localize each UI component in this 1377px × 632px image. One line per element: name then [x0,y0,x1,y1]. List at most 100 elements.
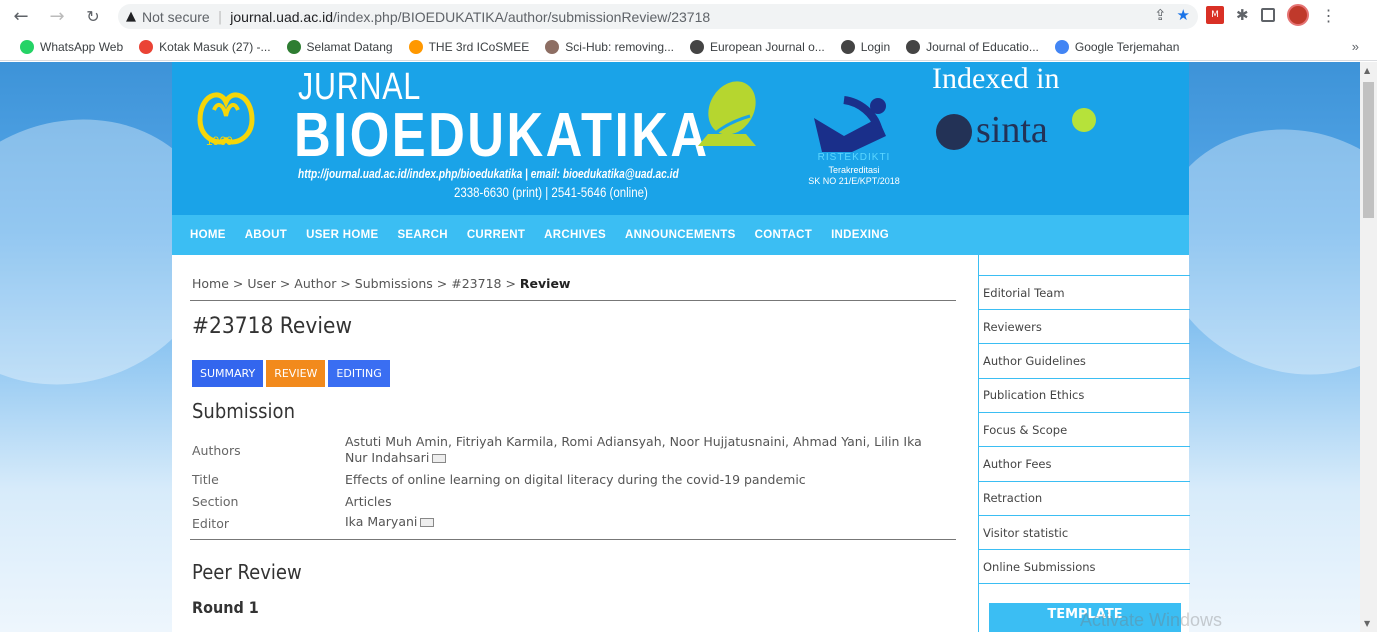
bookmark-label: Sci-Hub: removing... [565,39,674,54]
leaf-logo-icon [698,81,756,146]
sidebar-item-online-submissions[interactable]: Online Submissions [979,550,1190,585]
breadcrumb-sep: > [501,276,520,291]
side-panel-icon[interactable] [1260,8,1275,22]
page-title: #23718 Review [192,314,352,339]
bookmark-item[interactable]: THE 3rd ICoSMEE [408,39,529,54]
bookmark-item[interactable]: Journal of Educatio... [906,39,1039,54]
scroll-down-icon[interactable]: ▼ [1364,619,1370,628]
not-secure-label: Not secure [142,8,210,25]
bookmark-item[interactable]: Kotak Masuk (27) -... [139,39,271,54]
bookmark-item[interactable]: European Journal o... [690,39,825,54]
bookmark-favicon-icon [840,39,855,54]
submission-divider [190,539,956,540]
breadcrumb-home[interactable]: Home [192,276,229,291]
reload-icon[interactable]: ↻ [80,7,106,26]
breadcrumb-divider [190,300,956,301]
sk-number: SK NO 21/E/KPT/2018 [808,175,900,186]
email-authors-icon[interactable] [432,454,447,463]
breadcrumb-id[interactable]: #23718 [451,276,501,291]
logo-year: 1960 [206,134,233,148]
sidebar-item-retraction[interactable]: Retraction [979,482,1190,516]
email-editor-icon[interactable] [420,518,435,527]
tab-editing[interactable]: EDITING [328,360,390,387]
bookmark-favicon-icon [139,39,154,54]
page-viewport: 1960 JURNAL BIOEDUKATIKA http://journal.… [0,62,1377,632]
sidebar-item-editorial-team[interactable]: Editorial Team [979,276,1190,310]
title-label: Title [192,472,219,487]
nav-item-search[interactable]: SEARCH [397,229,447,241]
sinta-logo-icon: sinta [936,108,1096,151]
scroll-thumb[interactable] [1363,82,1374,218]
round-heading: Round 1 [192,598,259,617]
bookmark-label: European Journal o... [710,39,825,54]
breadcrumb-current: Review [519,276,571,291]
back-icon[interactable]: ← [8,6,34,27]
bookmarks-overflow-icon[interactable]: » [1352,39,1359,54]
breadcrumb: Home > User > Author > Submissions > #23… [192,276,570,291]
submission-tabs: SUMMARY REVIEW EDITING [192,360,390,387]
authors-label: Authors [192,443,241,458]
breadcrumb-author[interactable]: Author [294,276,336,291]
scroll-up-icon[interactable]: ▲ [1364,66,1370,75]
share-icon[interactable]: ⇪ [1154,6,1167,24]
nav-item-home[interactable]: HOME [190,229,226,241]
bookmark-label: Login [860,39,891,54]
breadcrumb-user[interactable]: User [247,276,276,291]
sidebar-item-author-fees[interactable]: Author Fees [979,448,1190,482]
bookmark-item[interactable]: Google Terjemahan [1054,39,1179,54]
sidebar: TEMPLATE Editorial Team Reviewers Author G… [978,255,1190,632]
bookmark-favicon-icon [408,39,423,54]
nav-item-announcements[interactable]: ANNOUNCEMENTS [625,229,736,241]
editor-value: Ika Maryani [345,514,945,530]
bookmark-item[interactable]: Selamat Datang [286,39,393,54]
journal-banner: 1960 JURNAL BIOEDUKATIKA http://journal.… [172,62,1189,215]
bookmark-favicon-icon [690,39,704,54]
editor-label: Editor [192,516,229,531]
breadcrumb-sep: > [275,276,295,291]
bookmark-favicon-icon [545,39,560,54]
tab-summary[interactable]: SUMMARY [192,360,264,387]
extensions-puzzle-icon[interactable]: ✱ [1236,6,1249,24]
sidebar-item-author-guidelines[interactable]: Author Guidelines [979,345,1190,379]
sinta-logo-text: sinta [976,109,1048,151]
editor-name: Ika Maryani [345,514,418,529]
terakreditasi-label: Terakreditasi [828,164,880,175]
sidebar-item-focus-scope[interactable]: Focus & Scope [979,413,1190,448]
bookmark-item[interactable]: Sci-Hub: removing... [545,39,674,54]
warning-icon: ▲ [126,9,136,24]
main-nav: HOME ABOUT USER HOME SEARCH CURRENT ARCHIVES A… [172,215,1189,255]
windows-watermark: Activate Windows [1080,610,1223,630]
authors-value: Astuti Muh Amin, Fitriyah Karmila, Romi … [345,434,935,466]
nav-item-contact[interactable]: CONTACT [755,229,812,241]
omnibox-divider: | [217,8,223,25]
breadcrumb-submissions[interactable]: Submissions [355,276,433,291]
bookmark-favicon-icon [286,39,301,54]
title-value: Effects of online learning on digital li… [345,472,806,487]
bookmark-item[interactable]: WhatsApp Web [20,39,123,54]
sidebar-item-reviewers[interactable]: Reviewers [979,310,1190,345]
page-scrollbar[interactable]: ▲ ▼ [1360,62,1377,632]
browser-menu-icon[interactable]: ⋮ [1321,6,1337,25]
nav-item-about[interactable]: ABOUT [245,229,287,241]
bookmark-star-icon[interactable]: ★ [1177,6,1190,24]
bookmark-item[interactable]: Login [840,39,891,54]
breadcrumb-sep: > [432,276,452,291]
profile-avatar[interactable] [1286,4,1309,26]
address-bar[interactable]: ▲ Not secure | journal.uad.ac.id /index.… [118,4,1198,29]
site-container: 1960 JURNAL BIOEDUKATIKA http://journal.… [172,62,1190,632]
nav-item-indexing[interactable]: INDEXING [831,229,889,241]
nav-item-user-home[interactable]: USER HOME [306,229,378,241]
bookmark-favicon-icon [1054,39,1069,54]
tab-review[interactable]: REVIEW [266,360,326,387]
nav-item-current[interactable]: CURRENT [467,229,525,241]
breadcrumb-sep: > [336,276,355,291]
section-value: Articles [345,494,392,509]
extension-mendeley-icon[interactable]: M [1206,6,1224,24]
bookmark-label: Journal of Educatio... [926,39,1039,54]
forward-icon[interactable]: → [44,6,70,27]
nav-item-archives[interactable]: ARCHIVES [544,229,606,241]
sidebar-item-publication-ethics[interactable]: Publication Ethics [979,379,1190,413]
section-label: Section [192,494,239,509]
sidebar-item-visitor-statistic[interactable]: Visitor statistic [979,516,1190,551]
banner-url-email: http://journal.uad.ac.id/index.php/bioed… [298,166,679,181]
